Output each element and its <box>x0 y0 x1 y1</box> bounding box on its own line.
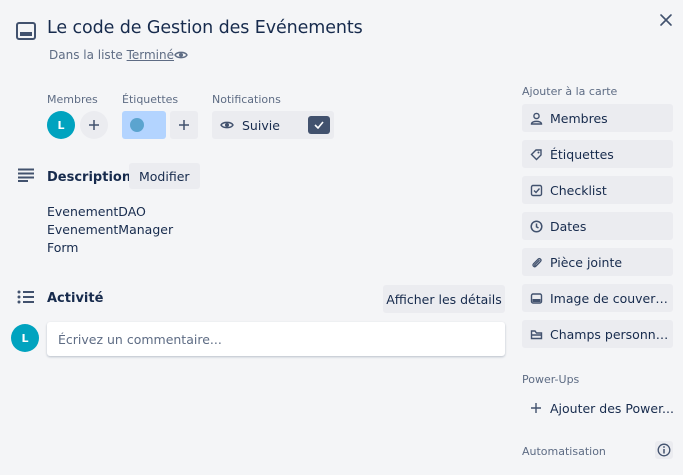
sidebar-checklist-label: Checklist <box>550 182 607 198</box>
avatar[interactable]: L <box>47 111 75 139</box>
sidebar-checklist-button[interactable]: Checklist <box>522 176 673 204</box>
plus-icon <box>530 402 542 414</box>
description-line: EvenementManager <box>47 222 174 237</box>
clock-icon <box>530 219 543 233</box>
plus-icon <box>178 119 190 131</box>
description-title: Description <box>47 170 132 185</box>
sidebar-cover-button[interactable]: Image de couvert... <box>522 284 673 312</box>
sidebar-attachment-label: Pièce jointe <box>550 254 623 270</box>
description-line: Form <box>47 240 79 255</box>
info-button[interactable] <box>655 441 673 459</box>
notifications-label: Notifications <box>212 93 281 106</box>
sidebar-custom-fields-label: Champs personnalis... <box>550 326 673 342</box>
fields-icon <box>530 328 543 341</box>
sidebar-labels-label: Étiquettes <box>550 146 614 162</box>
check-icon <box>308 116 330 134</box>
watch-label: Suivie <box>242 117 280 133</box>
sidebar-labels-button[interactable]: Étiquettes <box>522 140 673 168</box>
sidebar-custom-fields-button[interactable]: Champs personnalis... <box>522 320 673 348</box>
paperclip-icon <box>530 256 543 269</box>
sidebar-dates-label: Dates <box>550 218 587 234</box>
activity-icon <box>17 290 35 304</box>
sidebar-cover-label: Image de couvert... <box>550 290 673 306</box>
tag-icon <box>530 148 543 161</box>
description-icon <box>17 168 35 182</box>
avatar[interactable]: L <box>11 324 39 352</box>
show-details-button[interactable]: Afficher les détails <box>383 285 505 313</box>
checklist-icon <box>530 184 543 197</box>
info-icon <box>657 443 671 457</box>
sidebar-members-button[interactable]: Membres <box>522 104 673 132</box>
powerups-label: Power-Ups <box>522 373 580 386</box>
sidebar-dates-button[interactable]: Dates <box>522 212 673 240</box>
activity-title: Activité <box>47 291 104 306</box>
list-link[interactable]: Terminé <box>127 48 174 62</box>
add-to-card-label: Ajouter à la carte <box>522 85 618 98</box>
person-icon <box>530 112 543 125</box>
labels-label: Étiquettes <box>122 93 179 106</box>
card-title[interactable]: Le code de Gestion des Evénements <box>47 18 363 38</box>
description-line: EvenementDAO <box>47 204 146 219</box>
automation-label: Automatisation <box>522 445 606 458</box>
card-icon <box>16 22 36 40</box>
sidebar-attachment-button[interactable]: Pièce jointe <box>522 248 673 276</box>
add-powerups-button[interactable]: Ajouter des Power... <box>522 395 674 421</box>
add-powerups-label: Ajouter des Power... <box>550 400 674 416</box>
comment-input[interactable]: Écrivez un commentaire... <box>47 322 505 356</box>
plus-icon <box>88 119 100 131</box>
add-member-button[interactable] <box>80 111 108 139</box>
edit-description-button[interactable]: Modifier <box>129 163 200 189</box>
list-prefix: Dans la liste <box>49 48 127 62</box>
eye-icon <box>220 118 234 132</box>
list-line: Dans la liste Terminé <box>49 48 174 62</box>
sidebar-members-label: Membres <box>550 110 608 126</box>
eye-icon <box>174 48 188 62</box>
label-chip[interactable] <box>122 111 166 139</box>
add-label-button[interactable] <box>170 111 198 139</box>
cover-icon <box>530 292 543 305</box>
watch-button[interactable]: Suivie <box>212 111 334 139</box>
label-dot <box>130 118 144 132</box>
close-icon[interactable] <box>656 10 676 30</box>
members-label: Membres <box>47 93 98 106</box>
